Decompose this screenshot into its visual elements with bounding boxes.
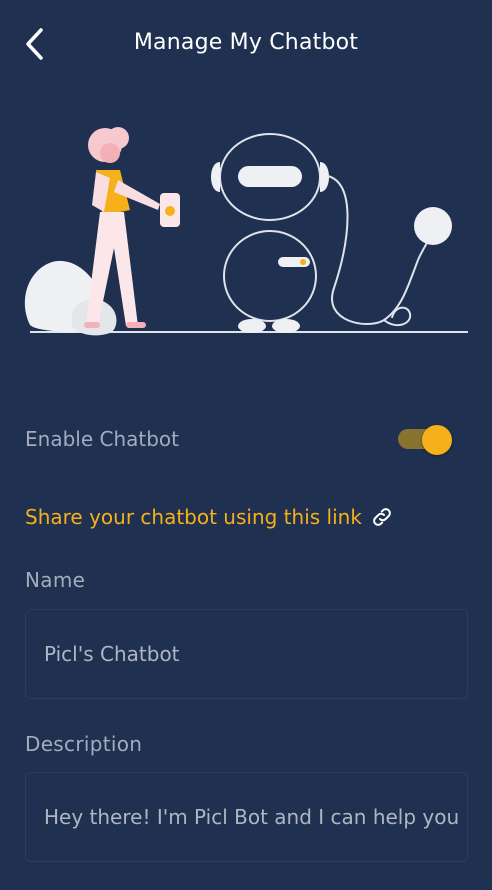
name-field[interactable]: Picl's Chatbot	[25, 609, 468, 699]
enable-chatbot-label: Enable Chatbot	[25, 427, 179, 451]
description-value: Hey there! I'm Picl Bot and I can help y…	[44, 805, 460, 829]
robot-figure	[211, 133, 452, 333]
page-title: Manage My Chatbot	[133, 30, 359, 55]
name-label: Name	[25, 568, 86, 592]
link-icon	[370, 505, 394, 529]
share-link[interactable]: Share your chatbot using this link	[25, 505, 394, 529]
illustration-svg	[24, 127, 468, 336]
name-value: Picl's Chatbot	[44, 642, 180, 666]
enable-chatbot-toggle[interactable]	[398, 418, 456, 460]
description-label: Description	[25, 732, 143, 756]
enable-chatbot-row: Enable Chatbot	[25, 418, 456, 460]
header: Manage My Chatbot	[0, 0, 492, 90]
toggle-thumb	[422, 425, 452, 455]
share-link-text: Share your chatbot using this link	[25, 505, 362, 529]
description-field[interactable]: Hey there! I'm Picl Bot and I can help y…	[25, 772, 468, 862]
chatbot-illustration	[0, 118, 492, 348]
person-figure	[84, 127, 180, 328]
